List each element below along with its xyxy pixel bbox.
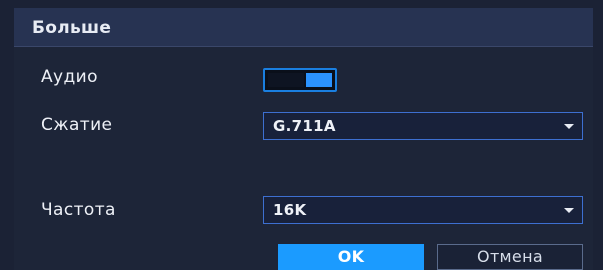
toggle-knob: [306, 73, 332, 87]
toggle-track: [268, 73, 304, 87]
compression-label: Сжатие: [41, 115, 113, 135]
chevron-down-icon: [564, 208, 574, 213]
dialog-titlebar: Больше: [14, 8, 593, 47]
chevron-down-icon: [564, 124, 574, 129]
dialog-title: Больше: [32, 18, 112, 38]
ok-button[interactable]: OK: [278, 244, 424, 270]
frequency-select[interactable]: 16K: [263, 196, 583, 224]
audio-toggle[interactable]: [263, 68, 337, 92]
frequency-label: Частота: [41, 200, 116, 220]
compression-select[interactable]: G.711A: [263, 112, 583, 140]
cancel-button[interactable]: Отмена: [437, 244, 583, 270]
compression-value: G.711A: [273, 117, 336, 135]
more-settings-dialog: Больше Аудио Сжатие G.711A Частота 16K O…: [0, 0, 603, 270]
audio-label: Аудио: [41, 67, 98, 87]
frequency-value: 16K: [273, 201, 307, 219]
